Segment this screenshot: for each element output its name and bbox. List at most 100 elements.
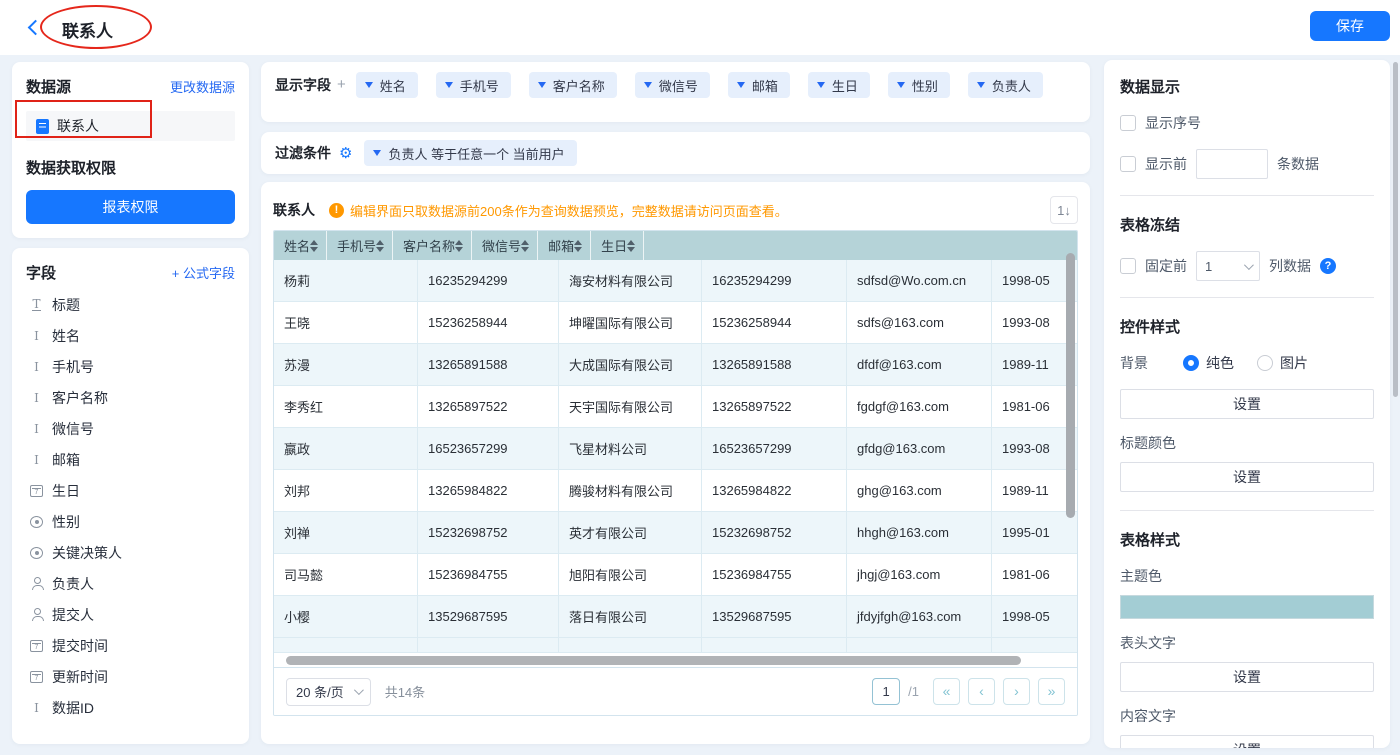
field-item[interactable]: 负责人 xyxy=(26,568,235,599)
display-field-tag[interactable]: 姓名 xyxy=(356,72,418,98)
table-header-cell[interactable]: 微信号 xyxy=(472,231,538,260)
freeze-title: 表格冻结 xyxy=(1120,214,1374,235)
solid-color-radio[interactable] xyxy=(1183,355,1199,371)
window-scrollbar-thumb[interactable] xyxy=(1393,62,1398,397)
cell-wechat: 15232698752 xyxy=(702,512,847,553)
sort-carets-icon[interactable] xyxy=(310,240,318,252)
chevron-down-icon[interactable] xyxy=(373,150,381,156)
tag-label: 邮箱 xyxy=(752,76,778,95)
gear-icon[interactable]: ⚙ xyxy=(339,146,352,161)
table-row[interactable]: 小樱 13529687595 落日有限公司 13529687595 jfdyjf… xyxy=(274,596,1077,638)
table-row[interactable]: 司马懿 15236984755 旭阳有限公司 15236984755 jhgj@… xyxy=(274,554,1077,596)
display-field-tag[interactable]: 生日 xyxy=(808,72,870,98)
field-item[interactable]: 微信号 xyxy=(26,413,235,444)
table-row[interactable]: 刘禅 15232698752 英才有限公司 15232698752 hhgh@1… xyxy=(274,512,1077,554)
row-count-input[interactable] xyxy=(1196,149,1268,179)
chevron-down-icon[interactable] xyxy=(737,82,745,88)
chevron-down-icon[interactable] xyxy=(817,82,825,88)
field-item[interactable]: 更新时间 xyxy=(26,661,235,692)
field-label: 姓名 xyxy=(52,326,80,346)
freeze-column-select[interactable]: 1 xyxy=(1196,251,1260,281)
field-label: 提交时间 xyxy=(52,636,108,656)
table-row[interactable]: 刘邦 13265984822 腾骏材料有限公司 13265984822 ghg@… xyxy=(274,470,1077,512)
content-text-set-button[interactable]: 设置 xyxy=(1120,735,1374,748)
table-header-cell[interactable]: 手机号 xyxy=(327,231,393,260)
field-item[interactable]: 提交时间 xyxy=(26,630,235,661)
sort-carets-icon[interactable] xyxy=(376,240,384,252)
title-color-set-button[interactable]: 设置 xyxy=(1120,462,1374,492)
prev-page-button[interactable]: ‹ xyxy=(968,678,995,705)
display-fields-panel: 显示字段 + 姓名 手机号 客户名称 xyxy=(261,62,1090,122)
field-item[interactable]: 数据ID xyxy=(26,692,235,723)
change-datasource-link[interactable]: 更改数据源 xyxy=(170,77,235,96)
table-row[interactable]: 王晓 15236258944 坤曜国际有限公司 15236258944 sdfs… xyxy=(274,302,1077,344)
datasource-item-contacts[interactable]: 联系人 xyxy=(26,111,235,141)
theme-color-swatch[interactable] xyxy=(1120,595,1374,619)
cell-customer: 天宇国际有限公司 xyxy=(559,386,702,427)
field-label: 标题 xyxy=(52,295,80,315)
display-field-tag[interactable]: 负责人 xyxy=(968,72,1043,98)
table-header-cell[interactable]: 姓名 xyxy=(274,231,327,260)
display-field-tag[interactable]: 手机号 xyxy=(436,72,511,98)
image-radio[interactable] xyxy=(1257,355,1273,371)
chevron-down-icon[interactable] xyxy=(977,82,985,88)
display-field-tag[interactable]: 性别 xyxy=(888,72,950,98)
chevron-down-icon[interactable] xyxy=(897,82,905,88)
table-row[interactable]: 嬴政 16523657299 飞星材料公司 16523657299 gfdg@1… xyxy=(274,428,1077,470)
field-item[interactable]: 提交人 xyxy=(26,599,235,630)
header-text-set-button[interactable]: 设置 xyxy=(1120,662,1374,692)
field-item[interactable]: 性别 xyxy=(26,506,235,537)
table-header-cell[interactable]: 客户名称 xyxy=(393,231,472,260)
sort-carets-icon[interactable] xyxy=(627,240,635,252)
horizontal-scrollbar-thumb[interactable] xyxy=(286,656,1021,665)
field-item[interactable]: 生日 xyxy=(26,475,235,506)
chevron-down-icon[interactable] xyxy=(644,82,652,88)
show-first-checkbox[interactable] xyxy=(1120,156,1136,172)
save-button[interactable]: 保存 xyxy=(1310,11,1390,41)
sort-carets-icon[interactable] xyxy=(455,240,463,252)
page-size-select[interactable]: 20 条/页 xyxy=(286,678,371,706)
last-page-button[interactable]: » xyxy=(1038,678,1065,705)
fields-panel: 字段 + 公式字段 标题 姓名 手机号 xyxy=(12,248,249,744)
add-display-field-button[interactable]: + xyxy=(337,72,346,98)
freeze-checkbox[interactable] xyxy=(1120,258,1136,274)
cell-phone: 13265897522 xyxy=(418,386,559,427)
page-total-label: /1 xyxy=(908,684,919,699)
first-page-button[interactable]: « xyxy=(933,678,960,705)
back-icon[interactable] xyxy=(28,20,44,36)
cell-name: 司马懿 xyxy=(274,554,418,595)
display-field-tag[interactable]: 客户名称 xyxy=(529,72,617,98)
report-editor-page: 联系人 保存 数据源 更改数据源 联系人 数据获取权限 报表权限 字段 + 公式… xyxy=(0,0,1400,755)
page-number-input[interactable]: 1 xyxy=(872,678,900,705)
sort-carets-icon[interactable] xyxy=(521,240,529,252)
field-item[interactable]: 关键决策人 xyxy=(26,537,235,568)
help-icon[interactable]: ? xyxy=(1320,258,1336,274)
field-label: 提交人 xyxy=(52,605,94,625)
show-index-checkbox[interactable] xyxy=(1120,115,1136,131)
next-page-button[interactable]: › xyxy=(1003,678,1030,705)
display-field-tag[interactable]: 邮箱 xyxy=(728,72,790,98)
filter-condition-tag[interactable]: 负责人 等于任意一个 当前用户 xyxy=(364,140,576,166)
report-permission-button[interactable]: 报表权限 xyxy=(26,190,235,224)
field-item[interactable]: 姓名 xyxy=(26,320,235,351)
display-field-tags: 姓名 手机号 客户名称 微信号 xyxy=(356,72,1071,98)
field-item[interactable]: 邮箱 xyxy=(26,444,235,475)
sort-order-button[interactable]: 1↓ xyxy=(1050,196,1078,224)
field-item[interactable]: 客户名称 xyxy=(26,382,235,413)
chevron-down-icon[interactable] xyxy=(445,82,453,88)
background-set-button[interactable]: 设置 xyxy=(1120,389,1374,419)
sort-carets-icon[interactable] xyxy=(574,240,582,252)
table-header-cell[interactable]: 邮箱 xyxy=(538,231,591,260)
field-item[interactable]: 标题 xyxy=(26,289,235,320)
chevron-down-icon[interactable] xyxy=(365,82,373,88)
table-row[interactable]: 李秀红 13265897522 天宇国际有限公司 13265897522 fgd… xyxy=(274,386,1077,428)
add-formula-field-link[interactable]: + 公式字段 xyxy=(172,263,235,282)
vertical-scrollbar-thumb[interactable] xyxy=(1066,253,1075,518)
field-item[interactable]: 手机号 xyxy=(26,351,235,382)
table-header-cell[interactable]: 生日 xyxy=(591,231,644,260)
top-bar: 联系人 保存 xyxy=(0,0,1400,55)
table-row[interactable]: 苏漫 13265891588 大成国际有限公司 13265891588 dfdf… xyxy=(274,344,1077,386)
chevron-down-icon[interactable] xyxy=(538,82,546,88)
display-field-tag[interactable]: 微信号 xyxy=(635,72,710,98)
table-row[interactable]: 杨莉 16235294299 海安材料有限公司 16235294299 sdfs… xyxy=(274,260,1077,302)
